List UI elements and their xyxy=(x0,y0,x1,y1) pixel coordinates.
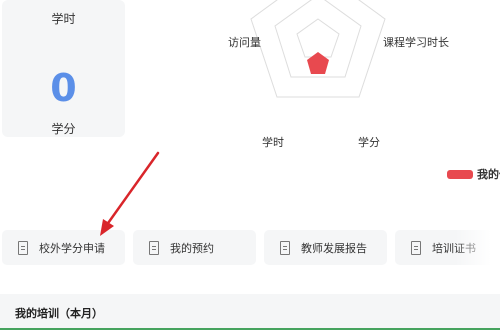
annotation-arrow xyxy=(100,151,160,236)
section-title: 我的培训（本月） xyxy=(15,307,103,320)
my-training-section-header: 我的培训（本月） xyxy=(0,294,500,330)
